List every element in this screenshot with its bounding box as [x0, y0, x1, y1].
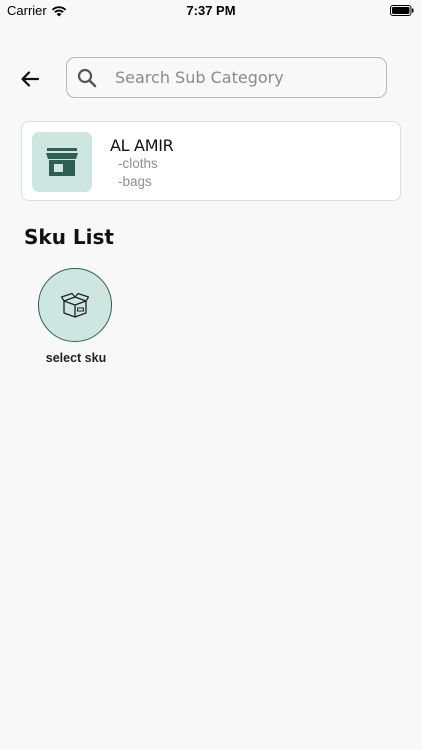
sku-list-title: Sku List	[24, 225, 114, 249]
select-sku-button[interactable]: select sku	[38, 268, 114, 365]
battery-icon	[390, 5, 414, 16]
search-icon	[77, 68, 97, 88]
storefront-icon	[46, 148, 78, 176]
sku-circle[interactable]	[38, 268, 112, 342]
status-bar: Carrier 7:37 PM	[0, 0, 422, 22]
search-input[interactable]	[115, 58, 375, 97]
back-button[interactable]	[17, 66, 43, 92]
store-name: AL AMIR	[110, 136, 174, 155]
store-category: -bags	[118, 174, 152, 189]
sku-label: select sku	[45, 351, 107, 365]
store-category: -cloths	[118, 156, 158, 171]
status-time: 7:37 PM	[186, 3, 236, 18]
arrow-left-icon	[21, 71, 40, 87]
store-card[interactable]: AL AMIR -cloths -bags	[21, 121, 401, 201]
search-box[interactable]	[66, 57, 387, 98]
box-icon	[60, 292, 90, 318]
store-thumbnail	[32, 132, 92, 192]
